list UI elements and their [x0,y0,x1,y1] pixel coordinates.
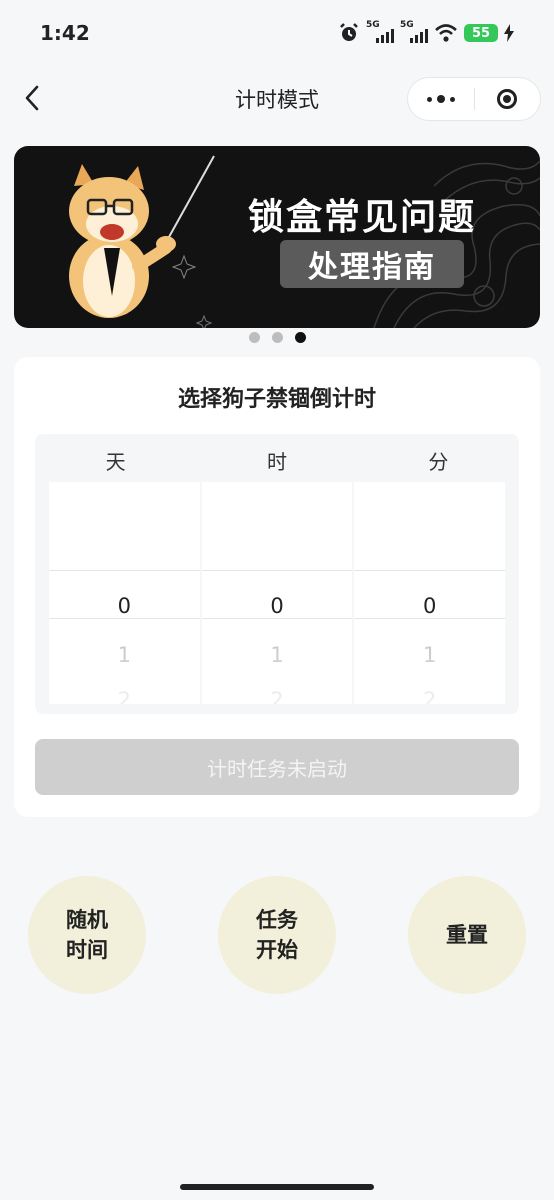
picker-header-hours: 时 [266,450,287,474]
picker-header-minutes: 分 [428,450,449,474]
banner-subtitle: 处理指南 [308,250,436,285]
cellular-signal-icon-2: 5G [400,20,428,43]
carousel-dot[interactable] [248,332,260,343]
more-dots-icon [426,95,455,103]
countdown-picker: 天 时 分 0 1 2 0 1 2 0 1 2 [35,434,519,714]
mini-program-capsule [407,77,541,121]
status-bar: 1:42 5G 5G 55 [0,0,554,66]
random-time-button[interactable]: 随机 时间 [28,876,146,994]
days-option[interactable]: 1 [49,643,200,667]
carousel-dot[interactable] [271,332,283,343]
home-indicator[interactable] [180,1184,374,1190]
picker-headers: 天 时 分 [35,446,519,475]
close-program-button[interactable] [475,78,541,120]
more-menu-button[interactable] [408,78,474,120]
promo-banner[interactable]: 锁盒常见问题 处理指南 [14,146,540,328]
start-task-label-line1: 任务 [256,908,298,932]
days-option[interactable]: 2 [49,688,200,704]
cellular-signal-icon: 5G [366,20,394,43]
hours-option[interactable]: 2 [202,688,353,704]
days-selected-value: 0 [117,594,132,618]
reset-label: 重置 [446,923,488,947]
reset-button[interactable]: 重置 [408,876,526,994]
picker-header-days: 天 [105,450,126,474]
banner-subtitle-box: 处理指南 [280,240,464,288]
days-wheel[interactable]: 0 1 2 [49,482,200,704]
random-time-label-line1: 随机 [66,908,108,932]
status-time: 1:42 [40,21,90,45]
nav-bar: 计时模式 [0,66,554,132]
hours-wheel[interactable]: 0 1 2 [201,482,353,704]
minutes-option[interactable]: 1 [354,643,505,667]
minutes-selected-value: 0 [422,594,437,618]
timer-status-button[interactable]: 计时任务未启动 [35,739,519,795]
target-circle-icon [497,89,518,109]
charging-icon [504,22,514,44]
banner-title: 锁盒常见问题 [247,197,476,238]
hours-option[interactable]: 1 [202,643,353,667]
hours-selected-value: 0 [270,594,284,618]
timer-card: 选择狗子禁锢倒计时 天 时 分 0 1 2 0 1 2 0 1 2 计时任务未启… [14,357,540,817]
minutes-option[interactable]: 2 [354,688,505,704]
timer-card-title: 选择狗子禁锢倒计时 [177,387,376,412]
dog-mascot-image [54,156,194,328]
start-task-label-line2: 开始 [256,938,298,962]
status-icons: 5G 5G 55 [338,20,514,44]
wifi-icon [434,22,458,44]
alarm-icon [338,22,360,44]
carousel-dot-active[interactable] [294,332,306,343]
picker-wheels: 0 1 2 0 1 2 0 1 2 [49,482,506,704]
battery-icon: 55 [464,24,498,42]
minutes-wheel[interactable]: 0 1 2 [354,482,506,704]
carousel-indicator [0,332,554,343]
random-time-label-line2: 时间 [66,938,108,962]
start-task-button[interactable]: 任务 开始 [218,876,336,994]
